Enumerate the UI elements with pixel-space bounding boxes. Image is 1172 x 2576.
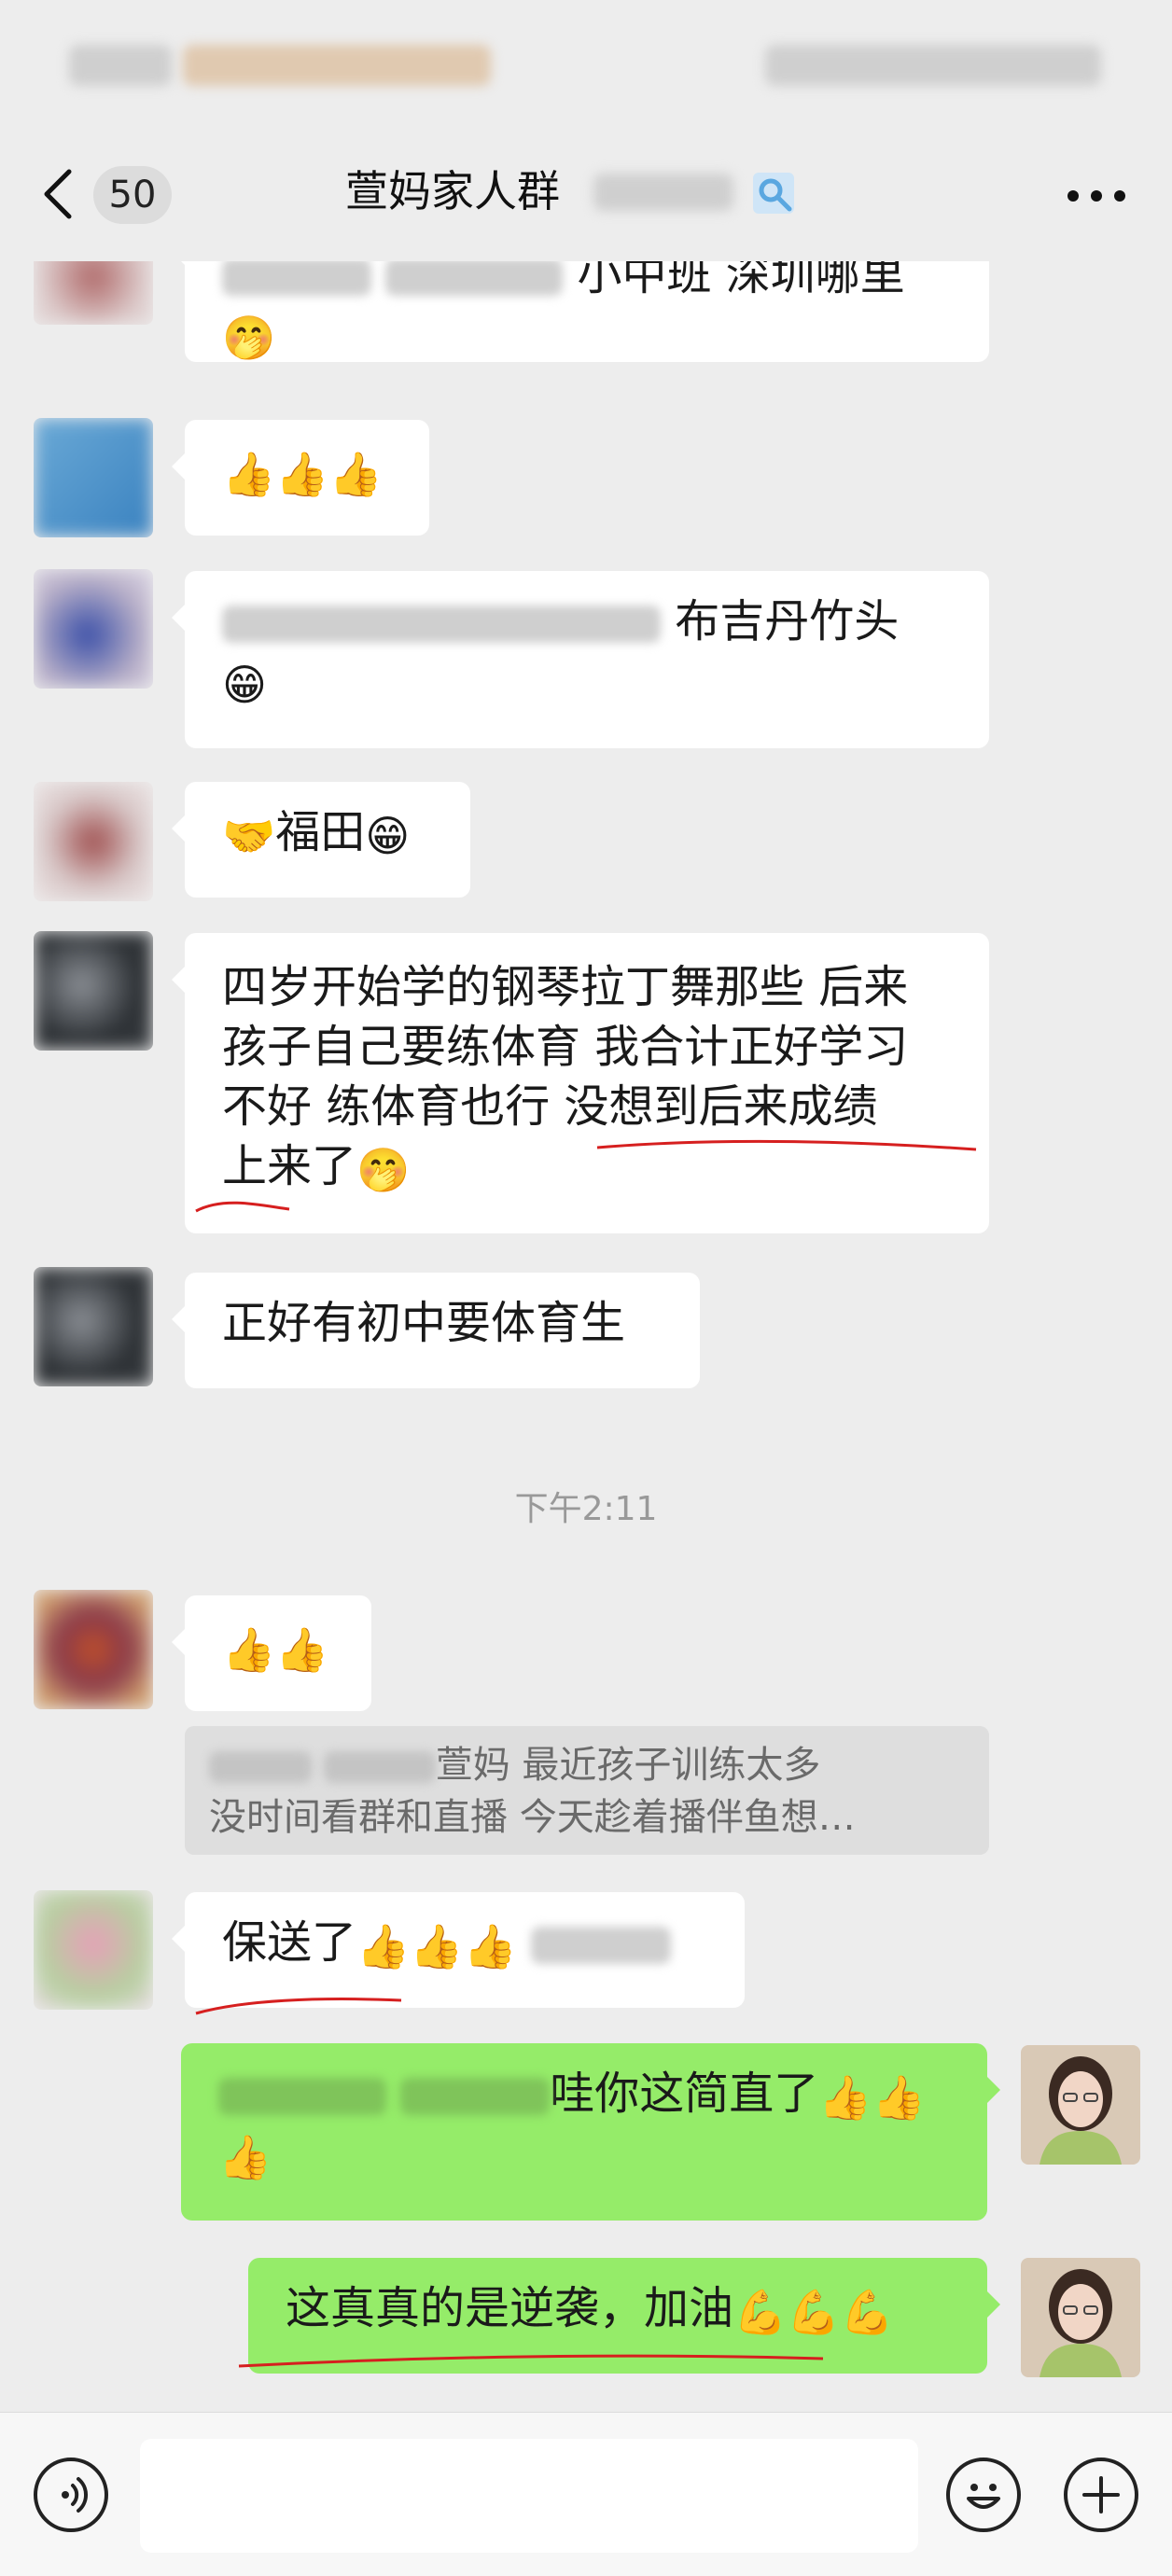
message-text: 布吉丹竹头	[675, 595, 900, 647]
avatar[interactable]	[34, 261, 153, 325]
avatar[interactable]	[34, 418, 153, 537]
thumbs-up-emoji: 👍👍👍	[222, 449, 383, 499]
thumbs-up-emoji: 👍👍👍	[356, 1921, 517, 1971]
grinning-emoji: 😁	[222, 660, 267, 710]
red-underline-annotation	[195, 1998, 402, 2015]
my-avatar[interactable]	[1021, 2258, 1140, 2377]
unread-count-badge[interactable]: 50	[93, 166, 172, 224]
status-bar	[0, 0, 1172, 131]
message-text: 小中班 深圳哪里	[577, 261, 905, 300]
message-line: 不好 练体育也行 没想到后来成绩	[222, 1080, 878, 1133]
avatar[interactable]	[34, 1590, 153, 1709]
message-text: 哇你这简直了	[550, 2068, 819, 2120]
timestamp: 下午2:11	[514, 1490, 658, 1528]
voice-icon	[62, 2477, 89, 2513]
voice-button[interactable]	[34, 2458, 108, 2532]
plus-icon	[1082, 2476, 1120, 2513]
status-time-blur	[69, 45, 172, 86]
blurred-mention	[218, 2078, 386, 2115]
emoji-face-icon	[967, 2484, 1000, 2509]
avatar[interactable]	[34, 1267, 153, 1386]
profile-photo	[1021, 2258, 1140, 2377]
quote-line: 萱妈 最近孩子训练太多	[435, 1744, 821, 1787]
more-functions-button[interactable]	[1064, 2458, 1138, 2532]
search-box-icon	[753, 173, 794, 214]
handshake-emoji: 🤝	[222, 811, 276, 861]
quote-line: 没时间看群和直播 今天趁着播伴鱼想…	[209, 1796, 856, 1839]
blurred-text	[222, 606, 661, 643]
blurred-text	[323, 1751, 436, 1783]
blurred-mention	[531, 1927, 672, 1964]
message-text: 正好有初中要体育生	[222, 1297, 626, 1349]
message-list[interactable]: 小中班 深圳哪里 🤭 👍👍👍 布吉丹竹头 😁 🤝福田😁 四岁开始学的钢琴拉丁舞那…	[0, 261, 1172, 2412]
avatar[interactable]	[34, 569, 153, 689]
back-chevron-icon[interactable]	[37, 166, 82, 222]
my-avatar[interactable]	[1021, 2045, 1140, 2165]
blurred-text	[209, 1751, 312, 1783]
group-title: 萱妈家人群	[345, 166, 560, 216]
message-bubble[interactable]: 👍👍	[172, 1595, 371, 1711]
message-bubble[interactable]: 正好有初中要体育生	[172, 1273, 700, 1388]
emoji-button[interactable]	[946, 2458, 1021, 2532]
message-bubble[interactable]: 小中班 深圳哪里 🤭	[172, 261, 989, 363]
message-bubble[interactable]: 👍👍👍	[172, 420, 429, 536]
blurred-mention	[222, 261, 371, 296]
message-line: 四岁开始学的钢琴拉丁舞那些 后来	[222, 961, 909, 1013]
quoted-message[interactable]: 萱妈 最近孩子训练太多 没时间看群和直播 今天趁着播伴鱼想…	[185, 1726, 989, 1855]
blurred-mention	[400, 2078, 551, 2115]
thumbs-up-emoji: 👍👍	[818, 2072, 926, 2123]
status-notification-icons	[183, 45, 491, 86]
avatar[interactable]	[34, 1890, 153, 2010]
flexed-biceps-emoji: 💪💪💪	[733, 2287, 894, 2337]
message-text: 这真真的是逆袭，加油	[286, 2282, 734, 2334]
group-member-count-blur	[593, 174, 733, 211]
profile-photo	[1021, 2045, 1140, 2165]
message-text: 福田	[275, 806, 366, 858]
avatar[interactable]	[34, 782, 153, 901]
thumbs-up-emoji: 👍	[218, 2132, 272, 2182]
chat-header: 50 萱妈家人群	[0, 131, 1172, 261]
grinning-emoji: 😁	[365, 811, 411, 861]
input-bar	[0, 2412, 1172, 2576]
status-system-icons	[765, 45, 1101, 86]
blurred-text	[385, 261, 564, 296]
message-bubble[interactable]: 布吉丹竹头 😁	[172, 571, 989, 748]
thumbs-up-emoji: 👍👍	[222, 1624, 329, 1675]
more-dots-icon[interactable]	[1064, 177, 1129, 215]
message-text: 保送了	[222, 1916, 357, 1969]
message-line: 孩子自己要练体育 我合计正好学习	[222, 1021, 909, 1073]
red-underline-annotation	[195, 1139, 977, 1213]
red-underline-annotation	[238, 2354, 824, 2368]
avatar[interactable]	[34, 931, 153, 1051]
message-bubble[interactable]: 🤝福田😁	[172, 782, 470, 898]
thinking-emoji: 🤭	[222, 313, 276, 363]
my-message-bubble[interactable]: 哇你这简直了👍👍 👍	[181, 2043, 1000, 2221]
message-input[interactable]	[140, 2439, 918, 2553]
